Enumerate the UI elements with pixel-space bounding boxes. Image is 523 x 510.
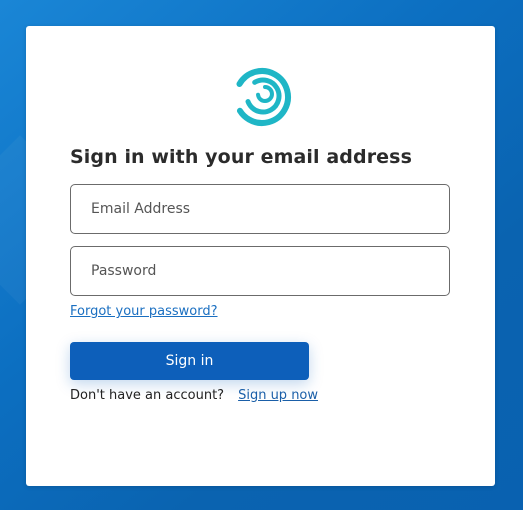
password-input[interactable] [70, 246, 450, 296]
email-input[interactable] [70, 184, 450, 234]
signin-button[interactable]: Sign in [70, 342, 309, 380]
no-account-text: Don't have an account? [70, 388, 225, 403]
signup-row: Don't have an account? Sign up now [70, 388, 318, 403]
page-title: Sign in with your email address [70, 146, 412, 168]
forgot-password-link[interactable]: Forgot your password? [70, 304, 218, 319]
swirl-logo-icon [233, 68, 291, 126]
signin-card: Sign in with your email address Forgot y… [26, 26, 495, 486]
signup-link[interactable]: Sign up now [238, 388, 318, 403]
